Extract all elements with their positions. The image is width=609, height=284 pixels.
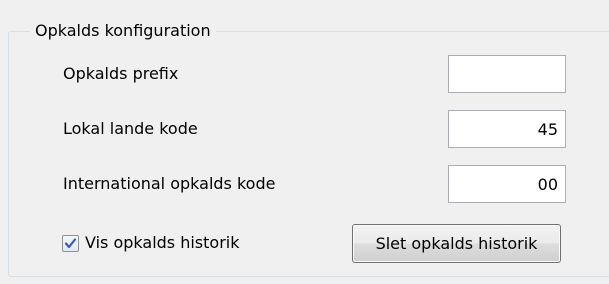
international-code-label: International opkalds kode — [63, 174, 276, 193]
dial-prefix-label: Opkalds prefix — [63, 64, 179, 83]
international-code-input[interactable] — [448, 165, 566, 203]
dial-prefix-input[interactable] — [448, 55, 566, 93]
checkbox-box[interactable] — [62, 234, 79, 252]
checkmark-icon — [64, 237, 77, 248]
local-country-code-label: Lokal lande kode — [63, 119, 198, 138]
group-title: Opkalds konfiguration — [30, 18, 216, 44]
show-history-label: Vis opkalds historik — [85, 233, 240, 252]
show-history-checkbox[interactable]: Vis opkalds historik — [62, 232, 240, 254]
delete-history-button[interactable]: Slet opkalds historik — [352, 224, 561, 263]
local-country-code-input[interactable] — [448, 110, 566, 148]
